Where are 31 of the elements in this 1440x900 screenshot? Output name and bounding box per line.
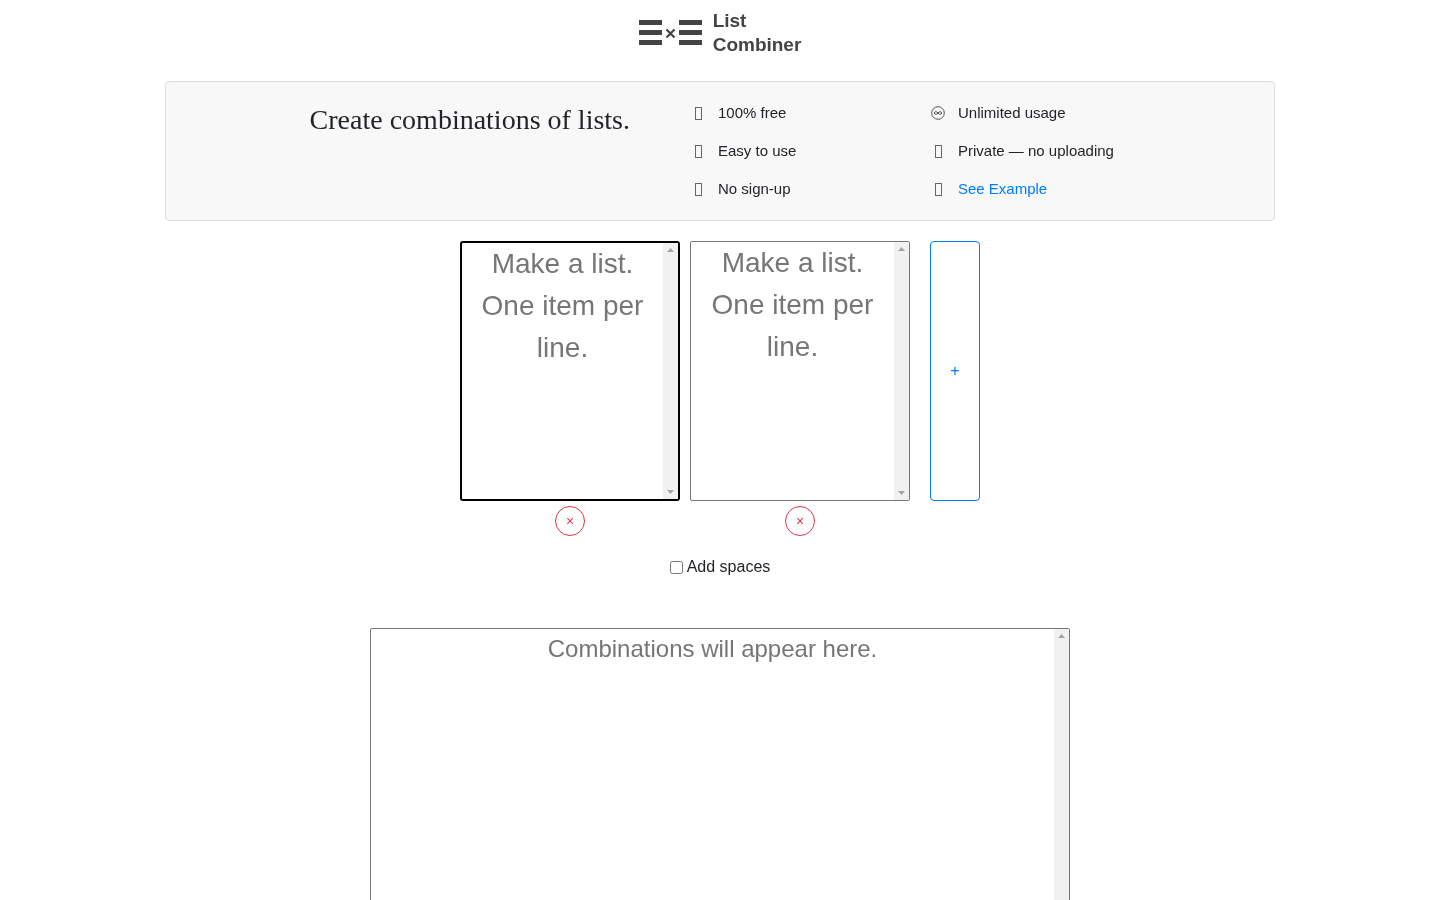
box-glyph-icon [694,106,702,120]
box-glyph-icon [934,182,942,196]
logo-title: List Combiner [712,8,802,57]
infinity-icon [931,106,945,120]
feature-label: Private — no uploading [958,140,1114,161]
combinations-output[interactable]: Combinations will appear here. [370,628,1070,900]
scrollbar[interactable] [894,242,909,500]
remove-list-button[interactable]: × [785,506,815,536]
box-glyph-icon [934,144,942,158]
box-glyph-icon [694,144,702,158]
add-spaces-checkbox[interactable] [669,560,683,574]
add-spaces-label: Add spaces [686,557,771,577]
logo-icon [638,19,702,47]
feature-label: Unlimited usage [958,102,1066,123]
see-example-link[interactable]: See Example [958,177,1048,201]
scroll-down-arrow-icon[interactable] [667,490,674,494]
scroll-up-arrow-icon[interactable] [898,247,905,251]
remove-list-button[interactable]: × [555,506,585,536]
scrollbar[interactable] [1054,629,1069,900]
scroll-up-arrow-icon[interactable] [1058,634,1065,638]
feature-label: Easy to use [718,140,797,161]
feature-label: No sign-up [718,178,791,199]
list-input[interactable]: Make a list. One item per line. [690,241,910,501]
feature-label: 100% free [718,102,787,123]
box-glyph-icon [694,182,702,196]
scroll-down-arrow-icon[interactable] [898,491,905,495]
scrollbar[interactable] [663,243,678,499]
add-list-button[interactable]: + [930,241,980,501]
intro-heading: Create combinations of lists. [309,103,630,137]
scroll-up-arrow-icon[interactable] [667,248,674,252]
list-input[interactable]: Make a list. One item per line. [460,241,680,501]
